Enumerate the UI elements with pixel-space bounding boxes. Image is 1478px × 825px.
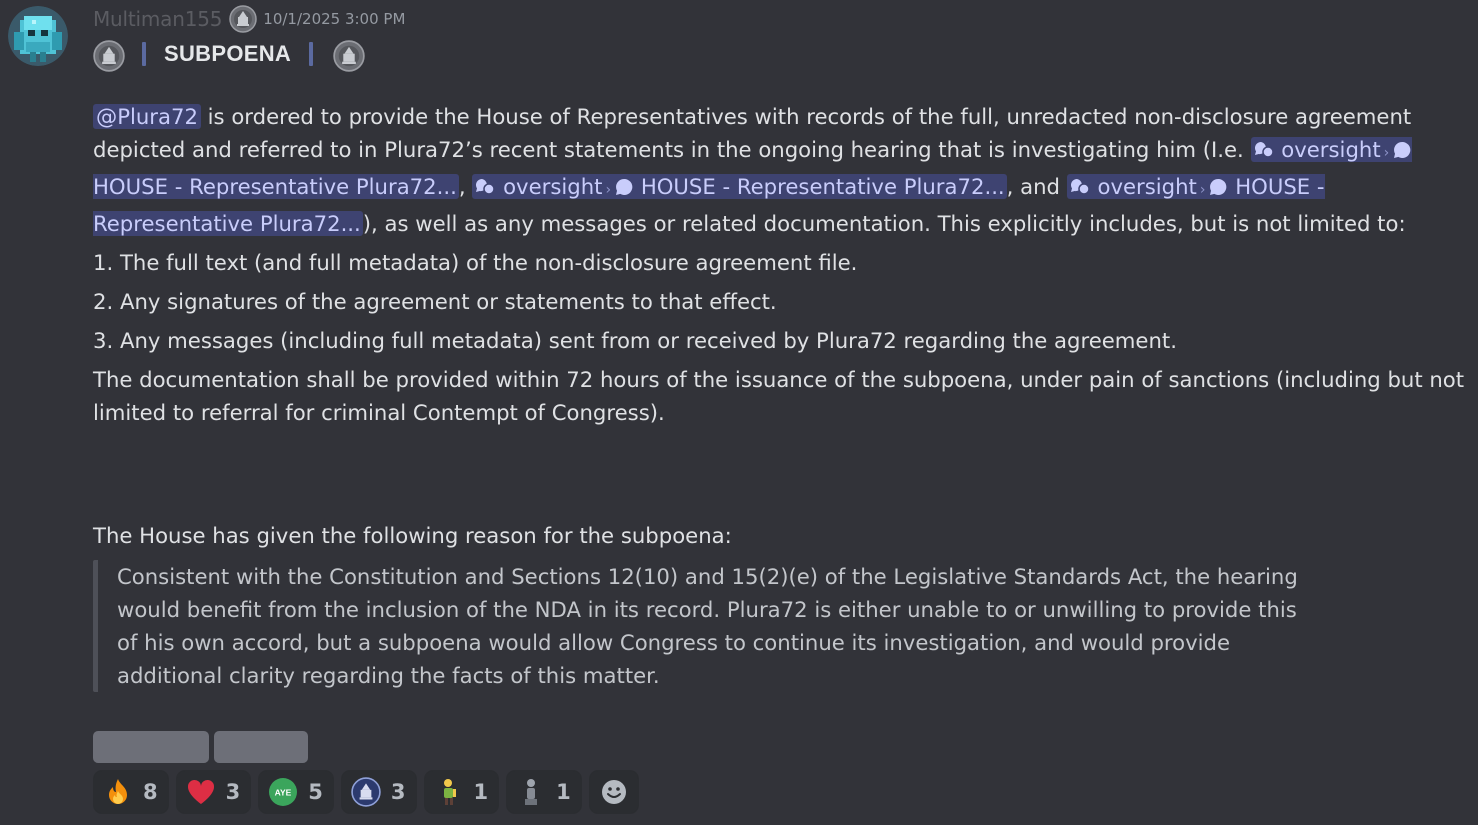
reason-intro: The House has given the following reason…	[93, 523, 732, 548]
title-separator	[309, 42, 314, 66]
red-heart-icon	[186, 777, 216, 807]
chevron-right-icon: ›	[1199, 182, 1206, 198]
forum-name: oversight	[1281, 137, 1381, 162]
reaction-count: 5	[308, 780, 323, 804]
thread-icon	[1210, 178, 1227, 195]
aye-vote-icon: AYE	[268, 777, 298, 807]
message-action-button[interactable]	[93, 731, 209, 763]
separator-text: ,	[458, 174, 473, 199]
capitol-seal-icon	[351, 777, 381, 807]
person-figure-icon	[434, 777, 464, 807]
reaction-aye[interactable]: AYE 5	[258, 770, 334, 814]
capitol-seal-icon	[93, 40, 125, 72]
user-avatar[interactable]	[8, 6, 68, 66]
timestamp[interactable]: 10/1/2025 3:00 PM	[263, 10, 405, 28]
message-title: SUBPOENA	[164, 41, 292, 66]
reaction-fire[interactable]: 8	[93, 770, 169, 814]
reaction-count: 3	[225, 780, 241, 804]
chevron-right-icon: ›	[605, 182, 612, 198]
thread-name: HOUSE - Representative Plura72...	[640, 174, 1005, 199]
message-action-button[interactable]	[214, 731, 308, 763]
component-buttons	[93, 731, 308, 763]
reaction-heart[interactable]: 3	[175, 770, 252, 814]
message-body: @Plura72 is ordered to provide the House…	[93, 100, 1468, 429]
list-item: 3. Any messages (including full metadata…	[93, 328, 1177, 353]
smiley-icon	[599, 777, 629, 807]
body-text-a: is ordered to provide the House of Repre…	[93, 104, 1412, 162]
chevron-right-icon: ›	[1383, 145, 1390, 161]
forum-name: oversight	[1097, 174, 1197, 199]
reaction-count: 8	[143, 780, 158, 804]
forum-icon	[476, 179, 496, 195]
quote-text: Consistent with the Constitution and Sec…	[117, 564, 1298, 688]
reaction-count: 1	[473, 780, 489, 804]
thread-icon	[1394, 141, 1411, 158]
forum-icon	[1070, 179, 1090, 195]
reaction-person[interactable]: 1	[423, 770, 500, 814]
reaction-bar: 8 3 AYE 5 3 1 1	[93, 770, 639, 814]
closing-paragraph: The documentation shall be provided with…	[93, 367, 1465, 425]
list-item: 1. The full text (and full metadata) of …	[93, 250, 858, 275]
separator-text: , and	[1006, 174, 1067, 199]
capitol-seal-icon	[333, 40, 365, 72]
reaction-count: 1	[556, 780, 571, 804]
message-content: Multiman155 10/1/2025 3:00 PM SUBPOENA	[93, 4, 1468, 72]
chat-message: Multiman155 10/1/2025 3:00 PM SUBPOENA @…	[0, 0, 1478, 825]
reaction-capitol[interactable]: 3	[340, 770, 417, 814]
thread-name: HOUSE - Representative Plura72...	[93, 174, 457, 199]
channel-link[interactable]: oversight › HOUSE - Representative Plura7…	[472, 174, 1007, 199]
user-mention[interactable]: @Plura72	[93, 104, 201, 129]
fire-icon	[103, 777, 133, 807]
list-item: 2. Any signatures of the agreement or st…	[93, 289, 777, 314]
forum-name: oversight	[503, 174, 603, 199]
username[interactable]: Multiman155	[93, 7, 222, 31]
body-paragraph: @Plura72 is ordered to provide the House…	[93, 100, 1468, 240]
title-row: SUBPOENA	[93, 36, 1468, 72]
aye-label: AYE	[275, 788, 292, 798]
reaction-statue[interactable]: 1	[506, 770, 582, 814]
body-text-b: ), as well as any messages or related do…	[362, 211, 1406, 236]
capitol-seal-icon[interactable]	[229, 5, 258, 33]
message-header: Multiman155 10/1/2025 3:00 PM	[93, 4, 1468, 34]
add-reaction-button[interactable]	[588, 770, 639, 814]
thread-icon	[616, 178, 633, 195]
reason-blockquote: Consistent with the Constitution and Sec…	[93, 560, 1323, 692]
statue-figure-icon	[516, 777, 546, 807]
title-separator	[142, 42, 146, 66]
reaction-count: 3	[390, 780, 406, 804]
forum-icon	[1254, 142, 1274, 158]
